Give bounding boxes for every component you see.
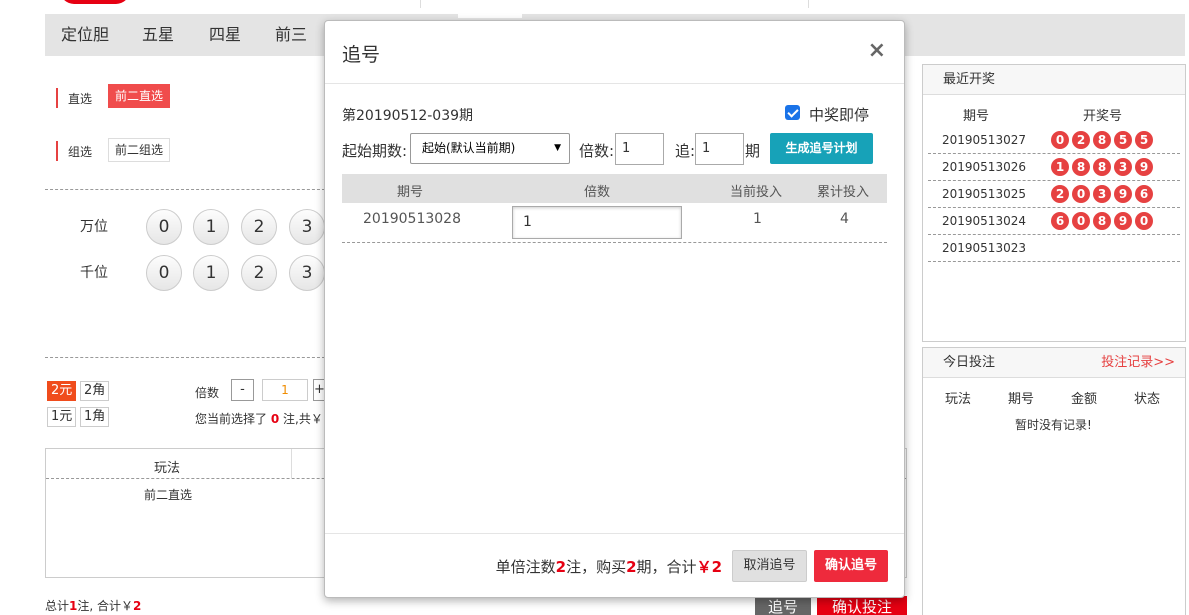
chase-periods-input[interactable]: 1 — [695, 133, 744, 165]
modal-title: 追号 — [342, 44, 381, 66]
plan-row-cumulative: 4 — [840, 211, 849, 227]
confirm-chase-button[interactable]: 确认追号 — [814, 550, 888, 582]
chase-modal: 追号 × 第20190512-039期 中奖即停 起始期数: 起始(默认当前期)… — [324, 20, 905, 598]
plan-col-cumulative: 累计投入 — [817, 185, 870, 200]
modal-header: 追号 × — [325, 21, 904, 84]
plan-table-header: 期号 倍数 当前投入 累计投入 — [342, 174, 887, 203]
modal-footer: 单倍注数2注，购买2期，合计￥2 取消追号 确认追号 — [325, 533, 904, 597]
stop-on-win-checkbox[interactable] — [785, 105, 800, 120]
cancel-chase-button[interactable]: 取消追号 — [732, 550, 807, 582]
plan-col-multiple: 倍数 — [584, 185, 611, 200]
modal-multiple-label: 倍数: — [579, 142, 615, 160]
chase-summary: 单倍注数2注，购买2期，合计￥2 — [495, 558, 722, 576]
plan-row-multiple-input[interactable]: 1 — [512, 206, 682, 239]
generate-plan-button[interactable]: 生成追号计划 — [770, 133, 873, 164]
chase-periods-label: 追: — [675, 142, 696, 160]
start-period-select[interactable]: 起始(默认当前期) ▼ — [410, 133, 570, 164]
close-icon[interactable]: × — [868, 39, 886, 63]
current-period-title: 第20190512-039期 — [342, 108, 474, 124]
plan-row: 20190513028 1 1 4 — [342, 203, 887, 243]
modal-multiple-input[interactable]: 1 — [615, 133, 664, 165]
chase-unit-label: 期 — [745, 142, 761, 160]
caret-down-icon: ▼ — [554, 143, 561, 153]
plan-row-current: 1 — [753, 211, 762, 227]
stop-on-win-label: 中奖即停 — [809, 106, 870, 124]
plan-row-period: 20190513028 — [363, 211, 461, 227]
start-period-value: 起始(默认当前期) — [422, 141, 516, 155]
plan-col-current: 当前投入 — [730, 185, 783, 200]
start-period-label: 起始期数: — [342, 142, 408, 160]
plan-col-period: 期号 — [397, 185, 424, 200]
